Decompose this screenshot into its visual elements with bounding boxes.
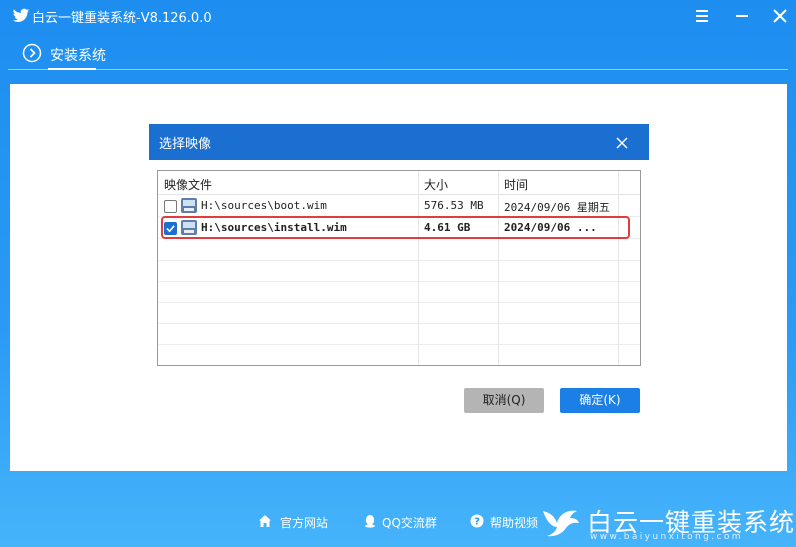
column-header-image-file[interactable]: 映像文件 xyxy=(164,176,212,193)
select-image-dialog: 选择映像 映像文件 大小 时间 H:\sources\boot.wim 576.… xyxy=(149,124,649,424)
row-divider xyxy=(158,323,640,324)
tab-install-system[interactable]: 安装系统 xyxy=(50,45,106,65)
footer-link-official-site[interactable]: 官方网站 xyxy=(280,514,328,531)
dialog-title: 选择映像 xyxy=(159,137,212,152)
row-divider xyxy=(158,302,640,303)
brand-bird-logo-icon xyxy=(543,510,579,537)
image-file-list: 映像文件 大小 时间 H:\sources\boot.wim 576.53 MB… xyxy=(157,170,641,366)
disk-image-icon xyxy=(181,198,197,213)
row-divider xyxy=(158,344,640,345)
ok-button[interactable]: 确定(K) xyxy=(560,388,640,413)
row-divider xyxy=(158,260,640,261)
qq-penguin-icon xyxy=(365,515,375,528)
row-divider xyxy=(158,281,640,282)
table-row[interactable]: H:\sources\boot.wim 576.53 MB 2024/09/06… xyxy=(158,196,640,216)
menu-button[interactable] xyxy=(692,6,712,26)
title-bar: 白云一键重装系统-V8.126.0.0 xyxy=(0,0,796,32)
help-icon: ? xyxy=(470,514,484,528)
menu-icon xyxy=(696,10,708,22)
row-checkbox[interactable] xyxy=(164,200,177,213)
svg-text:?: ? xyxy=(474,517,480,528)
selection-highlight-box xyxy=(161,216,630,239)
dialog-close-icon[interactable] xyxy=(615,136,629,150)
list-header: 映像文件 大小 时间 xyxy=(158,171,640,195)
minimize-button[interactable] xyxy=(732,6,752,26)
column-header-time[interactable]: 时间 xyxy=(504,176,528,193)
chevron-right-circle-icon xyxy=(22,43,42,63)
brand-url: www.baiyunxitong.com xyxy=(590,532,743,542)
nav-divider xyxy=(8,69,788,70)
file-size: 576.53 MB xyxy=(424,199,484,212)
file-time: 2024/09/06 星期五 xyxy=(504,201,610,214)
footer-link-help-video[interactable]: 帮助视频 xyxy=(490,514,538,531)
window-close-button[interactable] xyxy=(770,6,790,26)
home-icon xyxy=(259,515,271,527)
app-title: 白云一键重装系统-V8.126.0.0 xyxy=(32,11,212,26)
bird-icon xyxy=(12,8,30,23)
close-icon xyxy=(773,9,787,23)
cancel-button[interactable]: 取消(Q) xyxy=(464,388,544,413)
minimize-icon xyxy=(736,15,748,17)
dialog-header: 选择映像 xyxy=(149,124,649,160)
nav-bar: 安装系统 xyxy=(0,36,796,70)
footer-link-qq-group[interactable]: QQ交流群 xyxy=(382,514,437,531)
column-header-size[interactable]: 大小 xyxy=(424,176,448,193)
file-name: H:\sources\boot.wim xyxy=(201,199,327,212)
